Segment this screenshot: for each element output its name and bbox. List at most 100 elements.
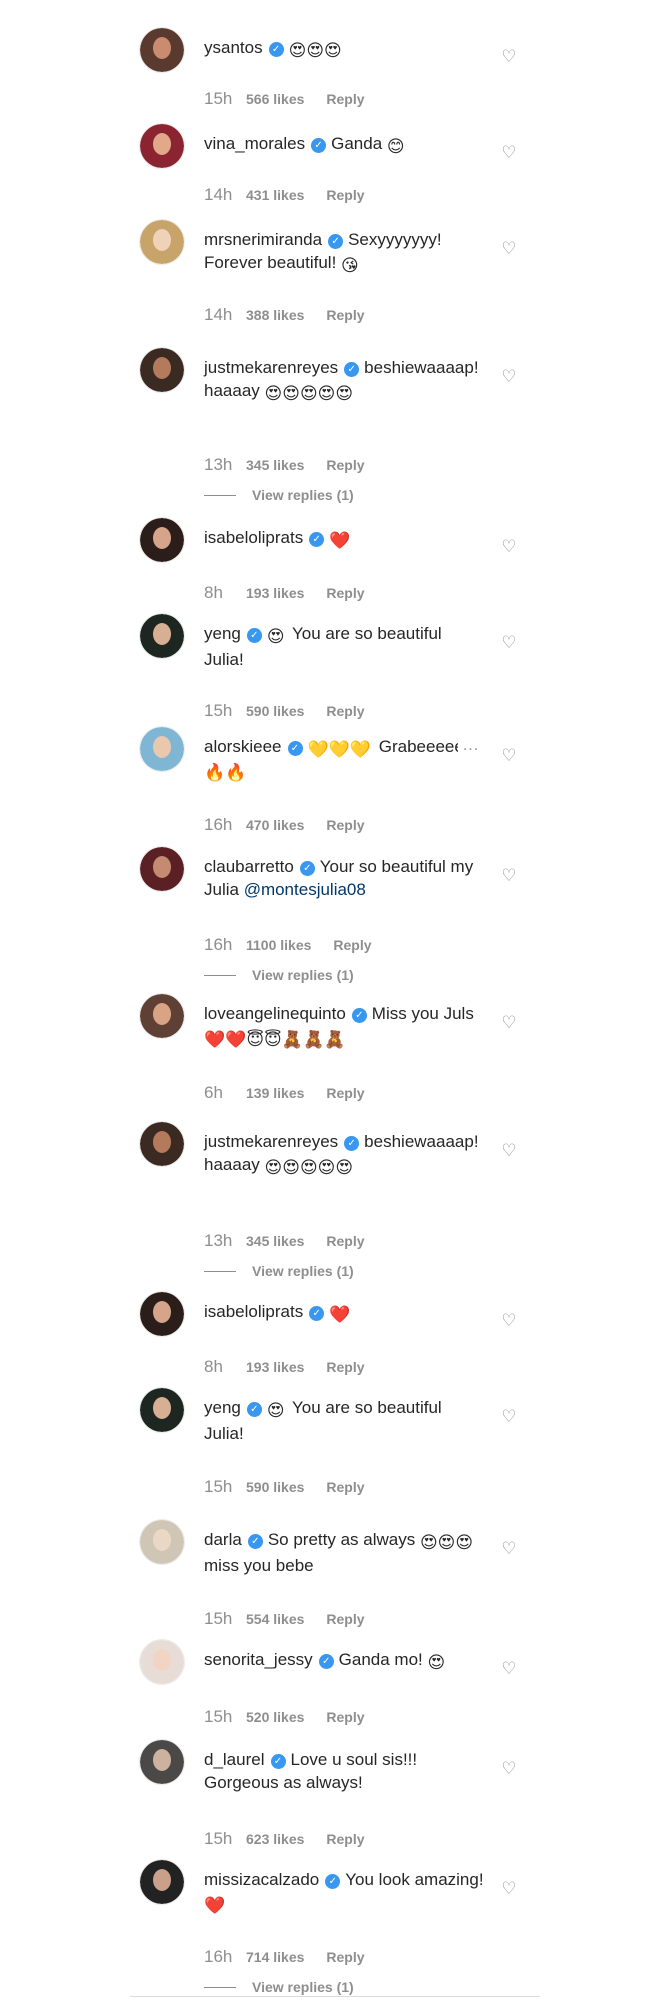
- timestamp[interactable]: 14h: [204, 186, 244, 204]
- view-replies-button[interactable]: View replies (1): [204, 1978, 354, 1996]
- likes-count[interactable]: 714 likes: [246, 1948, 304, 1966]
- username-link[interactable]: ysantos: [204, 38, 263, 57]
- avatar[interactable]: [140, 1292, 184, 1336]
- timestamp[interactable]: 16h: [204, 816, 244, 834]
- avatar[interactable]: [140, 1640, 184, 1684]
- avatar[interactable]: [140, 1860, 184, 1904]
- likes-count[interactable]: 590 likes: [246, 702, 304, 720]
- likes-count[interactable]: 590 likes: [246, 1478, 304, 1496]
- timestamp[interactable]: 8h: [204, 584, 244, 602]
- likes-count[interactable]: 1100 likes: [246, 936, 311, 954]
- avatar[interactable]: [140, 220, 184, 264]
- heart-outline-icon[interactable]: ♡: [500, 48, 518, 66]
- heart-outline-icon[interactable]: ♡: [500, 1014, 518, 1032]
- likes-count[interactable]: 193 likes: [246, 1358, 304, 1376]
- timestamp[interactable]: 15h: [204, 702, 244, 720]
- timestamp[interactable]: 13h: [204, 1232, 244, 1250]
- reply-button[interactable]: Reply: [326, 702, 364, 720]
- avatar[interactable]: [140, 348, 184, 392]
- heart-outline-icon[interactable]: ♡: [500, 747, 518, 765]
- username-link[interactable]: isabeloliprats: [204, 1302, 303, 1321]
- timestamp[interactable]: 14h: [204, 306, 244, 324]
- heart-outline-icon[interactable]: ♡: [500, 1880, 518, 1898]
- timestamp[interactable]: 16h: [204, 936, 244, 954]
- more-options-icon[interactable]: ...: [458, 737, 484, 755]
- timestamp[interactable]: 15h: [204, 90, 244, 108]
- heart-outline-icon[interactable]: ♡: [500, 867, 518, 885]
- reply-button[interactable]: Reply: [326, 1610, 364, 1628]
- avatar[interactable]: [140, 1388, 184, 1432]
- reply-button[interactable]: Reply: [333, 936, 371, 954]
- heart-outline-icon[interactable]: ♡: [500, 144, 518, 162]
- heart-outline-icon[interactable]: ♡: [500, 240, 518, 258]
- heart-outline-icon[interactable]: ♡: [500, 1142, 518, 1160]
- likes-count[interactable]: 431 likes: [246, 186, 304, 204]
- username-link[interactable]: alorskieee: [204, 737, 282, 756]
- heart-outline-icon[interactable]: ♡: [500, 1312, 518, 1330]
- timestamp[interactable]: 16h: [204, 1948, 244, 1966]
- username-link[interactable]: missizacalzado: [204, 1870, 319, 1889]
- avatar[interactable]: [140, 994, 184, 1038]
- likes-count[interactable]: 345 likes: [246, 456, 304, 474]
- timestamp[interactable]: 6h: [204, 1084, 244, 1102]
- likes-count[interactable]: 193 likes: [246, 584, 304, 602]
- likes-count[interactable]: 345 likes: [246, 1232, 304, 1250]
- mention-link[interactable]: @montesjulia08: [244, 880, 366, 899]
- avatar[interactable]: [140, 518, 184, 562]
- likes-count[interactable]: 470 likes: [246, 816, 304, 834]
- view-replies-button[interactable]: View replies (1): [204, 1262, 354, 1280]
- likes-count[interactable]: 623 likes: [246, 1830, 304, 1848]
- avatar[interactable]: [140, 124, 184, 168]
- username-link[interactable]: justmekarenreyes: [204, 358, 338, 377]
- reply-button[interactable]: Reply: [326, 1084, 364, 1102]
- reply-button[interactable]: Reply: [326, 186, 364, 204]
- username-link[interactable]: vina_morales: [204, 134, 305, 153]
- username-link[interactable]: claubarretto: [204, 857, 294, 876]
- username-link[interactable]: senorita_jessy: [204, 1650, 313, 1669]
- avatar[interactable]: [140, 1740, 184, 1784]
- heart-outline-icon[interactable]: ♡: [500, 1760, 518, 1778]
- avatar[interactable]: [140, 1520, 184, 1564]
- username-link[interactable]: justmekarenreyes: [204, 1132, 338, 1151]
- timestamp[interactable]: 15h: [204, 1610, 244, 1628]
- username-link[interactable]: loveangelinequinto: [204, 1004, 346, 1023]
- view-replies-button[interactable]: View replies (1): [204, 486, 354, 504]
- reply-button[interactable]: Reply: [326, 1830, 364, 1848]
- username-link[interactable]: d_laurel: [204, 1750, 265, 1769]
- timestamp[interactable]: 13h: [204, 456, 244, 474]
- timestamp[interactable]: 15h: [204, 1708, 244, 1726]
- reply-button[interactable]: Reply: [326, 456, 364, 474]
- avatar[interactable]: [140, 614, 184, 658]
- reply-button[interactable]: Reply: [326, 584, 364, 602]
- username-link[interactable]: yeng: [204, 624, 241, 643]
- likes-count[interactable]: 554 likes: [246, 1610, 304, 1628]
- timestamp[interactable]: 15h: [204, 1478, 244, 1496]
- heart-outline-icon[interactable]: ♡: [500, 1660, 518, 1678]
- username-link[interactable]: darla: [204, 1530, 242, 1549]
- username-link[interactable]: mrsneri­miranda: [204, 230, 322, 249]
- reply-button[interactable]: Reply: [326, 306, 364, 324]
- avatar[interactable]: [140, 727, 184, 771]
- likes-count[interactable]: 388 likes: [246, 306, 304, 324]
- reply-button[interactable]: Reply: [326, 1708, 364, 1726]
- reply-button[interactable]: Reply: [326, 1232, 364, 1250]
- avatar[interactable]: [140, 847, 184, 891]
- heart-outline-icon[interactable]: ♡: [500, 634, 518, 652]
- reply-button[interactable]: Reply: [326, 1948, 364, 1966]
- heart-outline-icon[interactable]: ♡: [500, 368, 518, 386]
- heart-outline-icon[interactable]: ♡: [500, 1408, 518, 1426]
- reply-button[interactable]: Reply: [326, 1358, 364, 1376]
- heart-outline-icon[interactable]: ♡: [500, 538, 518, 556]
- view-replies-button[interactable]: View replies (1): [204, 966, 354, 984]
- reply-button[interactable]: Reply: [326, 816, 364, 834]
- reply-button[interactable]: Reply: [326, 1478, 364, 1496]
- reply-button[interactable]: Reply: [326, 90, 364, 108]
- username-link[interactable]: yeng: [204, 1398, 241, 1417]
- heart-outline-icon[interactable]: ♡: [500, 1540, 518, 1558]
- timestamp[interactable]: 15h: [204, 1830, 244, 1848]
- timestamp[interactable]: 8h: [204, 1358, 244, 1376]
- avatar[interactable]: [140, 1122, 184, 1166]
- avatar[interactable]: [140, 28, 184, 72]
- username-link[interactable]: isabeloliprats: [204, 528, 303, 547]
- likes-count[interactable]: 566 likes: [246, 90, 304, 108]
